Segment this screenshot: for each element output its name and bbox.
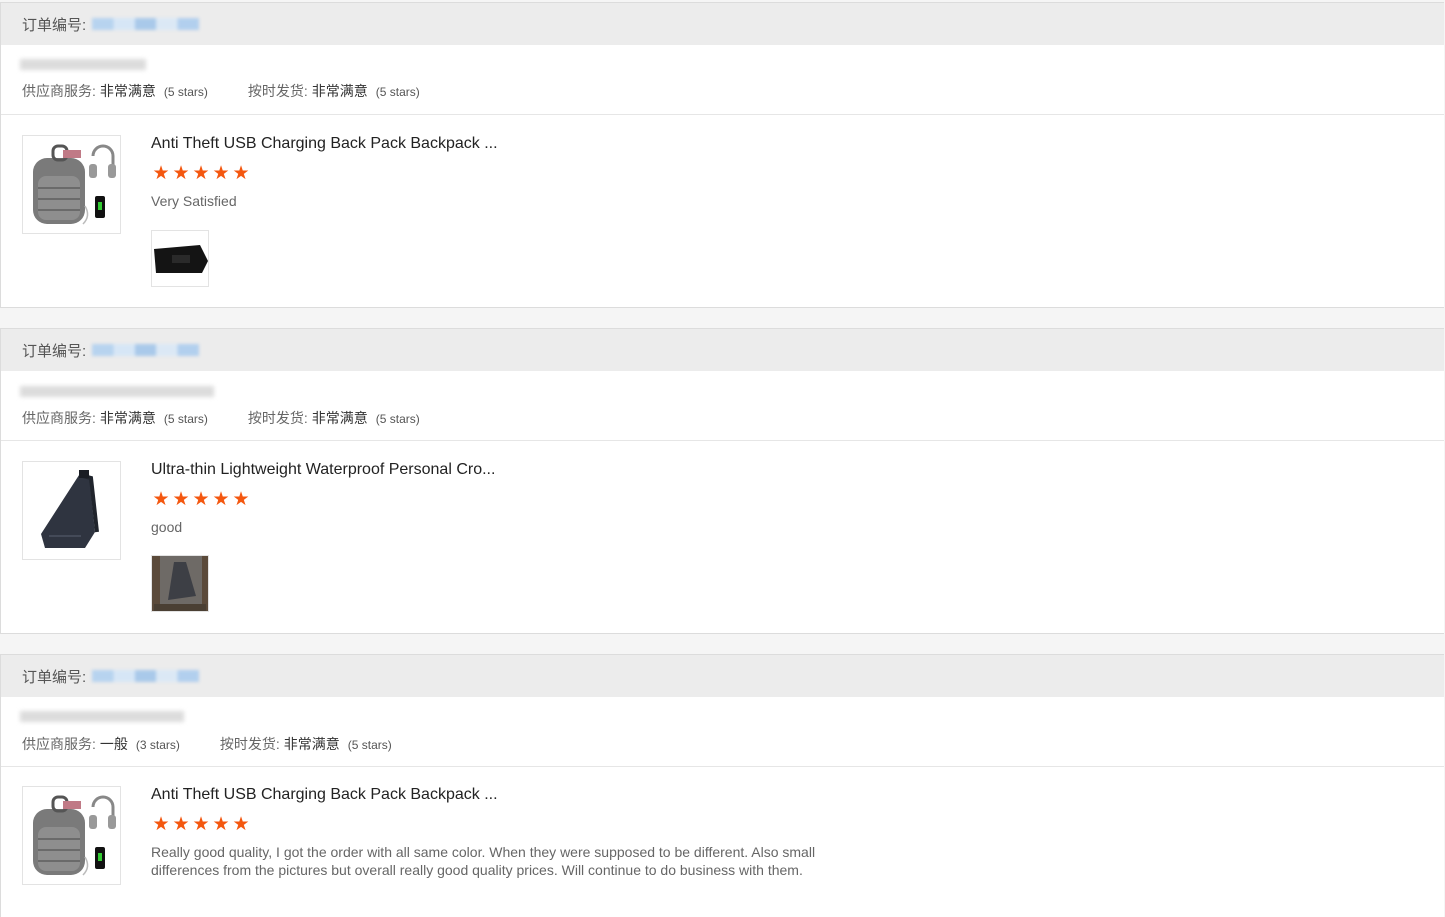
product-thumbnail[interactable]	[22, 135, 121, 234]
order-header: 订单编号:	[1, 655, 1444, 697]
product-title[interactable]: Ultra-thin Lightweight Waterproof Person…	[151, 461, 495, 479]
on-time-delivery-value: 非常满意	[283, 736, 340, 752]
backpack-gray-icon	[33, 795, 116, 876]
supplier-service-value: 非常满意	[99, 410, 156, 426]
order-number-redacted	[92, 670, 200, 682]
review-comment: Very Satisfied	[151, 193, 237, 209]
on-time-delivery-stars: (5 stars)	[375, 412, 420, 426]
person-wearing-bag-photo-icon	[152, 556, 208, 611]
seller-ratings: 供应商服务: 一般 (3 stars) 按时发货: 非常满意 (5 stars)	[22, 734, 392, 754]
on-time-delivery-label: 按时发货:	[219, 736, 280, 752]
star-icon: ★	[212, 489, 230, 510]
order-card: 订单编号: 供应商服务: 一般 (3 stars) 按时发货: 非常满意 (5 …	[0, 654, 1444, 917]
on-time-delivery-value: 非常满意	[311, 410, 368, 426]
product-rating: ★ ★ ★ ★ ★	[151, 815, 251, 835]
on-time-delivery-label: 按时发货:	[247, 83, 308, 99]
star-icon: ★	[212, 163, 230, 184]
seller-ratings: 供应商服务: 非常满意 (5 stars) 按时发货: 非常满意 (5 star…	[22, 81, 420, 101]
product-thumbnail[interactable]	[22, 461, 121, 560]
review-photo[interactable]	[151, 555, 209, 612]
order-card: 订单编号: 供应商服务: 非常满意 (5 stars) 按时发货: 非常满意 (…	[0, 2, 1444, 308]
review-photo[interactable]	[151, 230, 209, 287]
star-icon: ★	[172, 163, 190, 184]
on-time-delivery-value: 非常满意	[311, 83, 368, 99]
star-icon: ★	[172, 489, 190, 510]
star-icon: ★	[152, 163, 170, 184]
order-number-label: 订单编号:	[22, 16, 87, 34]
star-icon: ★	[172, 814, 190, 835]
backpack-gray-icon	[33, 144, 116, 225]
star-icon: ★	[152, 814, 170, 835]
supplier-service-value: 非常满意	[99, 83, 156, 99]
product-thumbnail[interactable]	[22, 786, 121, 885]
review-comment: Really good quality, I got the order wit…	[151, 844, 816, 878]
star-icon: ★	[192, 163, 210, 184]
supplier-service-stars: (3 stars)	[135, 738, 180, 752]
seller-ratings: 供应商服务: 非常满意 (5 stars) 按时发货: 非常满意 (5 star…	[22, 408, 420, 428]
on-time-delivery-label: 按时发货:	[247, 410, 308, 426]
review-comment: good	[151, 519, 183, 535]
order-number-label: 订单编号:	[22, 668, 87, 686]
star-icon: ★	[192, 489, 210, 510]
bag-photo-icon	[152, 231, 208, 286]
star-icon: ★	[232, 163, 250, 184]
star-icon: ★	[152, 489, 170, 510]
supplier-service-label: 供应商服务:	[22, 410, 96, 426]
supplier-service-label: 供应商服务:	[22, 736, 96, 752]
product-title[interactable]: Anti Theft USB Charging Back Pack Backpa…	[151, 135, 498, 153]
order-header: 订单编号:	[1, 329, 1444, 371]
product-rating: ★ ★ ★ ★ ★	[151, 490, 251, 510]
star-icon: ★	[232, 814, 250, 835]
product-title[interactable]: Anti Theft USB Charging Back Pack Backpa…	[151, 786, 498, 804]
order-header: 订单编号:	[1, 3, 1444, 45]
on-time-delivery-stars: (5 stars)	[347, 738, 392, 752]
star-icon: ★	[212, 814, 230, 835]
seller-name-redacted	[20, 711, 184, 722]
seller-name-redacted	[20, 59, 146, 70]
star-icon: ★	[192, 814, 210, 835]
sling-bag-icon	[41, 470, 99, 548]
supplier-service-label: 供应商服务:	[22, 83, 96, 99]
product-rating: ★ ★ ★ ★ ★	[151, 164, 251, 184]
order-number-redacted	[92, 18, 200, 30]
seller-name-redacted	[20, 386, 214, 397]
supplier-service-stars: (5 stars)	[163, 85, 208, 99]
order-number-redacted	[92, 344, 200, 356]
supplier-service-value: 一般	[99, 736, 128, 752]
star-icon: ★	[232, 489, 250, 510]
order-number-label: 订单编号:	[22, 342, 87, 360]
supplier-service-stars: (5 stars)	[163, 412, 208, 426]
on-time-delivery-stars: (5 stars)	[375, 85, 420, 99]
order-card: 订单编号: 供应商服务: 非常满意 (5 stars) 按时发货: 非常满意 (…	[0, 328, 1444, 634]
